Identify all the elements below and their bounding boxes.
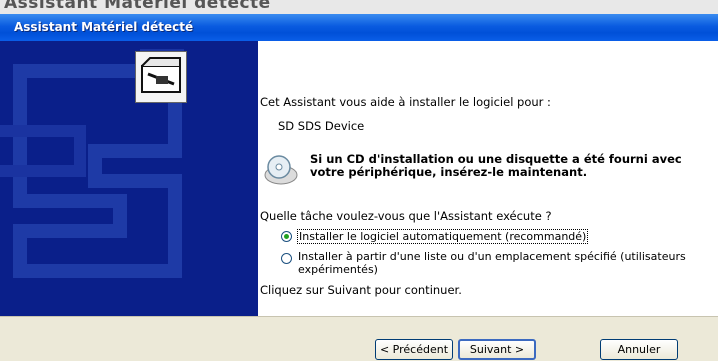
- hardware-box-icon: [135, 51, 187, 103]
- task-question: Quelle tâche voulez-vous que l'Assistant…: [260, 209, 552, 223]
- window-title: Assistant Matériel détecté: [14, 20, 194, 34]
- background-window-title: Assistant Matériel détecté: [4, 0, 271, 13]
- option-manual-install-label[interactable]: Installer à partir d'une liste ou d'un e…: [298, 250, 698, 276]
- background-window-strip: Assistant Matériel détecté: [0, 0, 718, 14]
- next-button[interactable]: Suivant >: [458, 339, 536, 360]
- wizard-side-panel: [0, 41, 258, 316]
- cd-disc-icon: [261, 153, 301, 187]
- wizard-content: Cet Assistant vous aide à installer le l…: [258, 41, 718, 316]
- intro-text: Cet Assistant vous aide à installer le l…: [260, 95, 551, 109]
- continue-hint: Cliquez sur Suivant pour continuer.: [260, 283, 462, 297]
- radio-manual-install[interactable]: [281, 253, 292, 264]
- wizard-watermark: [0, 49, 184, 278]
- cancel-button[interactable]: Annuler: [600, 339, 678, 360]
- cd-notice: Si un CD d'installation ou une disquette…: [310, 152, 682, 179]
- wizard-footer: < Précédent Suivant > Annuler: [0, 316, 718, 361]
- back-button[interactable]: < Précédent: [375, 339, 453, 360]
- device-name: SD SDS Device: [278, 119, 365, 133]
- radio-auto-install[interactable]: [281, 231, 292, 242]
- option-auto-install-label[interactable]: Installer le logiciel automatiquement (r…: [296, 229, 589, 244]
- window-titlebar[interactable]: Assistant Matériel détecté: [0, 14, 718, 41]
